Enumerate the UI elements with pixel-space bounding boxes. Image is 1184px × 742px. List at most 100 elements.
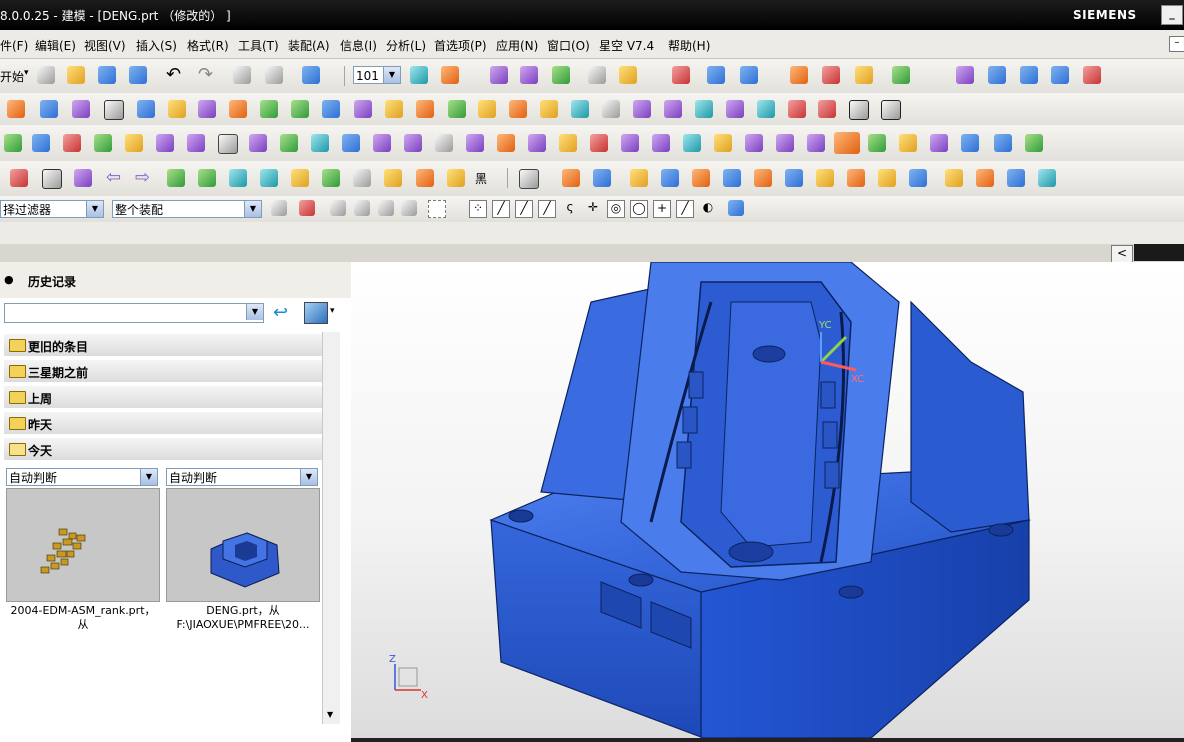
rib-icon[interactable] bbox=[754, 169, 772, 187]
blend-icon[interactable] bbox=[571, 100, 589, 118]
electrode5-icon[interactable] bbox=[621, 134, 639, 152]
new-file-icon[interactable] bbox=[37, 66, 55, 84]
center-icon[interactable] bbox=[1025, 134, 1043, 152]
cube-yellow-icon[interactable] bbox=[291, 169, 309, 187]
first-icon[interactable] bbox=[229, 169, 247, 187]
sheet-list-icon[interactable] bbox=[714, 134, 732, 152]
extrude-icon[interactable] bbox=[478, 100, 496, 118]
save-icon[interactable] bbox=[98, 66, 116, 84]
cylinder-icon[interactable] bbox=[40, 100, 58, 118]
snap-midpoint-icon[interactable]: ╱ bbox=[515, 200, 533, 218]
graphics-viewport[interactable]: YC XC Z X bbox=[351, 262, 1184, 738]
view-box-icon[interactable] bbox=[519, 169, 539, 189]
mold-model[interactable]: YC XC Z X bbox=[351, 262, 1184, 738]
menu-tools[interactable]: 工具(T) bbox=[238, 37, 279, 54]
gear-icon[interactable] bbox=[435, 134, 453, 152]
back-arrow-icon[interactable]: ↩ bbox=[273, 302, 288, 323]
snap-settings-icon[interactable] bbox=[299, 200, 315, 216]
list-icon[interactable] bbox=[74, 169, 92, 187]
prev-icon[interactable] bbox=[167, 169, 185, 187]
history-scrollbar[interactable]: ▼ bbox=[322, 332, 340, 724]
cube-blue-icon[interactable] bbox=[816, 169, 834, 187]
cut-icon[interactable] bbox=[233, 66, 251, 84]
menu-insert[interactable]: 插入(S) bbox=[136, 37, 177, 54]
electrode2-icon[interactable] bbox=[404, 134, 422, 152]
tree-icon[interactable] bbox=[745, 134, 763, 152]
check-icon[interactable] bbox=[280, 134, 298, 152]
menu-xingkong[interactable]: 星空 V7.4 bbox=[599, 37, 654, 54]
history-group[interactable]: 更旧的条目 bbox=[4, 334, 322, 356]
snap-face-icon[interactable]: ◐ bbox=[699, 200, 717, 218]
arrow-select-icon[interactable] bbox=[330, 200, 346, 216]
history-item-filter[interactable]: 自动判断 ▼ bbox=[6, 468, 158, 486]
bracket-icon[interactable] bbox=[847, 169, 865, 187]
refresh-icon[interactable] bbox=[807, 134, 825, 152]
box-icon[interactable] bbox=[497, 134, 515, 152]
folder-paste-icon[interactable] bbox=[447, 169, 465, 187]
datum-icon[interactable] bbox=[552, 66, 570, 84]
snap-cross-icon[interactable]: ✛ bbox=[584, 200, 602, 218]
plate-icon[interactable] bbox=[785, 169, 803, 187]
tool-icon[interactable] bbox=[94, 134, 112, 152]
copy-icon[interactable] bbox=[265, 66, 283, 84]
name-tag-icon[interactable] bbox=[994, 134, 1012, 152]
menu-assembly[interactable]: 装配(A) bbox=[288, 37, 330, 54]
wcs-icon[interactable] bbox=[441, 66, 459, 84]
origin-icon[interactable] bbox=[448, 100, 466, 118]
block-icon[interactable] bbox=[7, 100, 25, 118]
undo-icon[interactable]: ↶ bbox=[166, 64, 181, 85]
save-as-icon[interactable] bbox=[129, 66, 147, 84]
redo-icon[interactable]: ↷ bbox=[198, 64, 213, 85]
menu-analysis[interactable]: 分析(L) bbox=[386, 37, 426, 54]
brush-icon[interactable] bbox=[384, 169, 402, 187]
chevron-down-icon[interactable]: ▼ bbox=[244, 201, 261, 217]
chamfer-icon[interactable] bbox=[602, 100, 620, 118]
restore-button[interactable]: – bbox=[1169, 36, 1184, 52]
chevron-down-icon[interactable]: ▼ bbox=[327, 710, 333, 719]
layer-settings-icon[interactable] bbox=[410, 66, 428, 84]
ejector-icon[interactable] bbox=[187, 134, 205, 152]
menu-edit[interactable]: 编辑(E) bbox=[35, 37, 76, 54]
render-icon[interactable] bbox=[707, 66, 725, 84]
hexagon-icon[interactable] bbox=[881, 100, 901, 120]
snap-intersection-icon[interactable]: ς bbox=[561, 200, 579, 218]
sketch-icon[interactable] bbox=[385, 100, 403, 118]
pad-icon[interactable] bbox=[260, 100, 278, 118]
cup-icon[interactable] bbox=[878, 169, 896, 187]
slab-icon[interactable] bbox=[909, 169, 927, 187]
point-set-icon[interactable] bbox=[520, 66, 538, 84]
layer-select[interactable]: 101 ▼ bbox=[353, 66, 401, 84]
sphere-icon[interactable] bbox=[137, 100, 155, 118]
ribbon-icon[interactable] bbox=[976, 169, 994, 187]
nine-grid-icon[interactable] bbox=[961, 134, 979, 152]
book-icon[interactable] bbox=[32, 134, 50, 152]
slash-icon[interactable] bbox=[899, 134, 917, 152]
chevron-down-icon[interactable]: ▼ bbox=[246, 304, 263, 320]
history-group[interactable]: 今天 bbox=[4, 438, 322, 460]
assembly-scope-select[interactable]: 整个装配 ▼ bbox=[112, 200, 262, 218]
report-icon[interactable] bbox=[683, 134, 701, 152]
mirror-icon[interactable] bbox=[818, 100, 836, 118]
remove-icon[interactable] bbox=[590, 134, 608, 152]
measure-distance-icon[interactable] bbox=[588, 66, 606, 84]
chevron-down-icon[interactable]: ▼ bbox=[300, 469, 317, 485]
snap-quadrant-icon[interactable]: ◯ bbox=[630, 200, 648, 218]
part-icon[interactable] bbox=[311, 134, 329, 152]
chevron-down-icon[interactable]: ▼ bbox=[86, 201, 103, 217]
measure-angle-icon[interactable] bbox=[619, 66, 637, 84]
eraser-icon[interactable] bbox=[353, 169, 371, 187]
face-select-icon[interactable] bbox=[401, 200, 417, 216]
sheet-icon[interactable] bbox=[988, 66, 1006, 84]
open-folder-icon[interactable] bbox=[67, 66, 85, 84]
snap-all-icon[interactable]: ⁘ bbox=[469, 200, 487, 218]
color-palette-icon[interactable] bbox=[672, 66, 690, 84]
hole-icon[interactable] bbox=[168, 100, 186, 118]
pocket-icon[interactable] bbox=[229, 100, 247, 118]
revolve-icon[interactable] bbox=[509, 100, 527, 118]
menu-application[interactable]: 应用(N) bbox=[496, 37, 538, 54]
boss-icon[interactable] bbox=[198, 100, 216, 118]
sweep-icon[interactable] bbox=[540, 100, 558, 118]
box-open-icon[interactable] bbox=[1007, 169, 1025, 187]
snap-center-icon[interactable]: ◎ bbox=[607, 200, 625, 218]
view-iso-icon[interactable] bbox=[593, 169, 611, 187]
